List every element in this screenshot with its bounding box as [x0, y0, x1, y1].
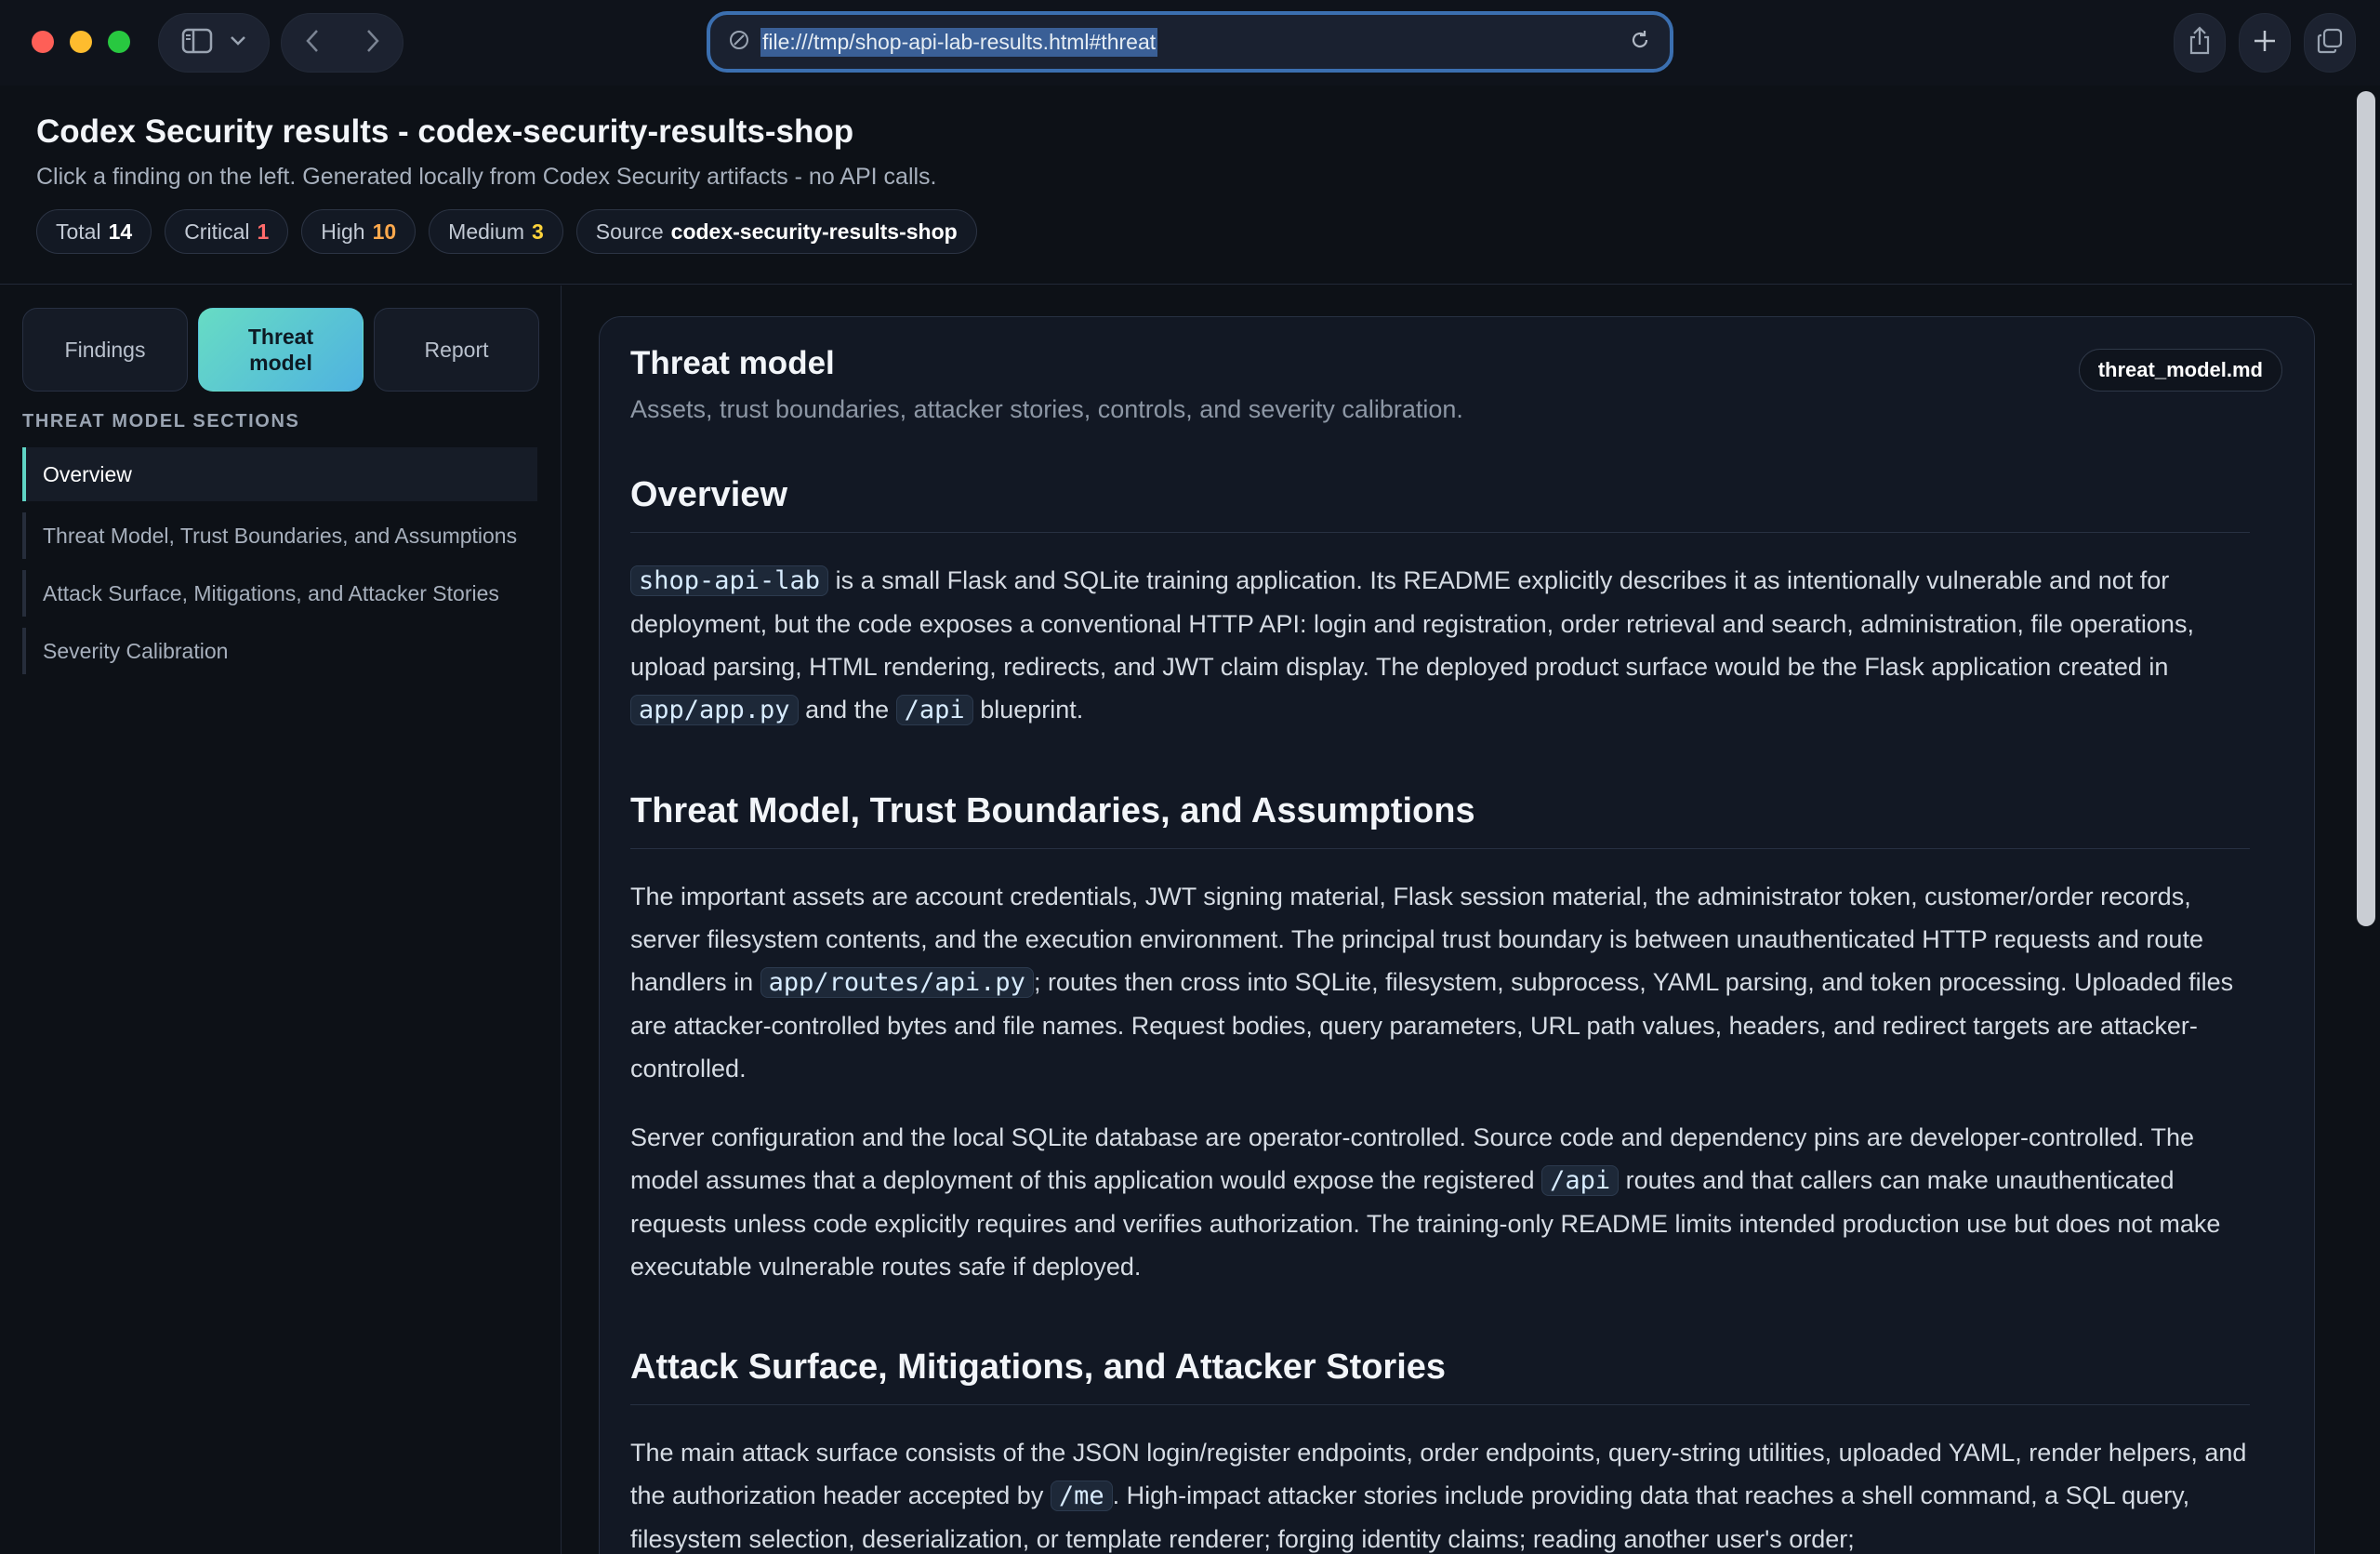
section-item-attack-surface[interactable]: Attack Surface, Mitigations, and Attacke…	[22, 570, 537, 617]
source-chip: Source codex-security-results-shop	[575, 209, 977, 254]
tab-threat-model[interactable]: Threat model	[198, 308, 364, 392]
high-chip: High 10	[301, 209, 416, 254]
threat-model-content: Overview shop-api-lab is a small Flask a…	[630, 475, 2250, 1554]
inline-code: /api	[895, 695, 973, 725]
plus-icon	[2253, 29, 2277, 58]
back-button[interactable]	[282, 13, 342, 73]
page-info-icon	[729, 30, 749, 55]
section-item-severity-calibration[interactable]: Severity Calibration	[22, 628, 537, 674]
sidebar: Findings Threat model Report THREAT MODE…	[0, 286, 562, 1554]
browser-toolbar: file:///tmp/shop-api-lab-results.html#th…	[0, 0, 2380, 86]
panel-title: Threat model	[630, 345, 835, 381]
total-chip: Total 14	[36, 209, 152, 254]
high-count: 10	[372, 219, 397, 244]
total-count: 14	[108, 219, 133, 244]
history-navigation	[281, 13, 403, 73]
page-title: Codex Security results - codex-security-…	[36, 113, 854, 150]
inline-code: /api	[1541, 1165, 1620, 1196]
overview-paragraph: shop-api-lab is a small Flask and SQLite…	[630, 565, 2194, 725]
share-icon	[2188, 25, 2212, 60]
chevron-left-icon	[305, 29, 320, 58]
sections-heading: THREAT MODEL SECTIONS	[22, 411, 300, 432]
inline-code: shop-api-lab	[630, 565, 829, 596]
inline-code: app/app.py	[630, 695, 799, 725]
page-scrollbar-thumb[interactable]	[2357, 91, 2375, 926]
threat-model-section-list: Overview Threat Model, Trust Boundaries,…	[22, 447, 537, 685]
critical-chip: Critical 1	[165, 209, 289, 254]
source-file-badge: threat_model.md	[2078, 349, 2282, 392]
overview-heading: Overview	[630, 475, 2250, 533]
tab-overview-button[interactable]	[2304, 13, 2356, 73]
medium-count: 3	[531, 219, 544, 244]
attack-surface-heading: Attack Surface, Mitigations, and Attacke…	[630, 1348, 2250, 1405]
address-bar[interactable]: file:///tmp/shop-api-lab-results.html#th…	[707, 11, 1673, 73]
new-tab-button[interactable]	[2239, 13, 2291, 73]
minimize-window-button[interactable]	[70, 31, 92, 53]
sidebar-icon	[181, 28, 213, 59]
section-item-threat-model[interactable]: Threat Model, Trust Boundaries, and Assu…	[22, 512, 537, 559]
panel-subtitle: Assets, trust boundaries, attacker stori…	[630, 395, 1463, 423]
page-header: Codex Security results - codex-security-…	[0, 86, 2352, 285]
close-window-button[interactable]	[32, 31, 54, 53]
forward-button[interactable]	[342, 13, 403, 73]
medium-chip: Medium 3	[429, 209, 563, 254]
tab-report[interactable]: Report	[374, 308, 539, 392]
section-item-overview[interactable]: Overview	[22, 447, 537, 501]
critical-count: 1	[257, 219, 270, 244]
inline-code: /me	[1050, 1481, 1113, 1511]
source-name: codex-security-results-shop	[670, 219, 958, 244]
share-button[interactable]	[2174, 13, 2226, 73]
summary-chips: Total 14 Critical 1 High 10 Medium 3 Source c…	[36, 209, 977, 254]
reload-icon[interactable]	[1629, 29, 1651, 56]
inline-code: app/routes/api.py	[760, 967, 1034, 998]
view-tabs: Findings Threat model Report	[22, 308, 539, 392]
threat-model-section: Threat Model, Trust Boundaries, and Assu…	[630, 791, 2250, 1288]
threat-model-heading: Threat Model, Trust Boundaries, and Assu…	[630, 791, 2250, 849]
tab-findings[interactable]: Findings	[22, 308, 188, 392]
chevron-right-icon	[365, 29, 380, 58]
threat-model-paragraph-1: The important assets are account credent…	[630, 883, 2234, 1082]
page-subtitle: Click a finding on the left. Generated l…	[36, 164, 937, 190]
attack-surface-section: Attack Surface, Mitigations, and Attacke…	[630, 1348, 2250, 1554]
chevron-down-icon	[230, 34, 246, 51]
attack-surface-paragraph: The main attack surface consists of the …	[630, 1439, 2247, 1553]
tabs-icon	[2316, 27, 2344, 60]
url-text[interactable]: file:///tmp/shop-api-lab-results.html#th…	[760, 27, 1158, 57]
overview-section: Overview shop-api-lab is a small Flask a…	[630, 475, 2250, 732]
zoom-window-button[interactable]	[108, 31, 130, 53]
sidebar-toggle-button[interactable]	[158, 13, 270, 73]
threat-model-panel: Threat model Assets, trust boundaries, a…	[599, 316, 2315, 1554]
threat-model-paragraph-2: Server configuration and the local SQLit…	[630, 1123, 2221, 1281]
